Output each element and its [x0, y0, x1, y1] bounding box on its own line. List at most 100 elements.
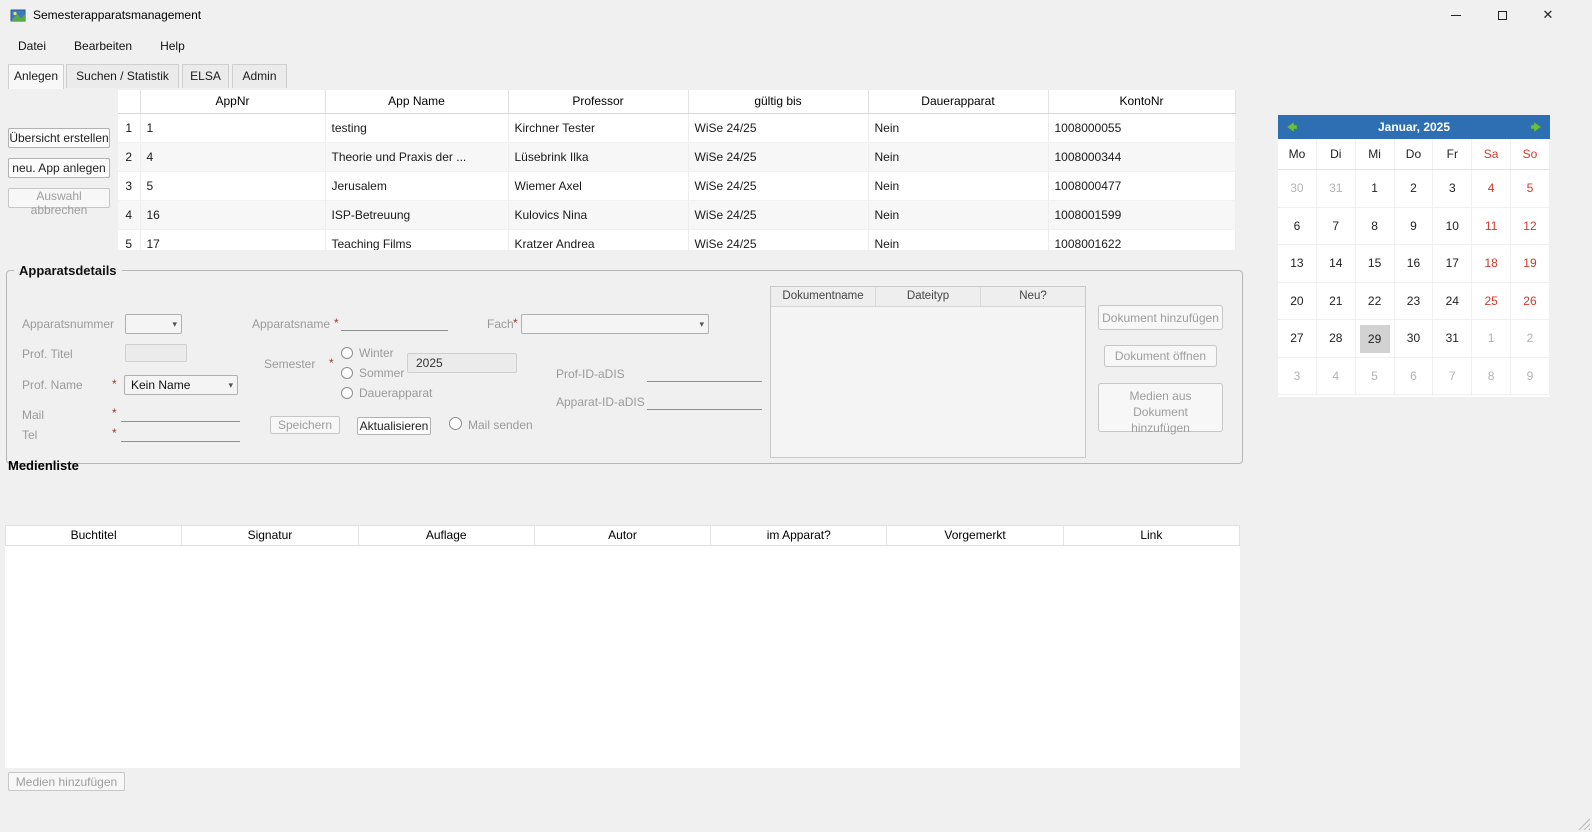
calendar-day-cell[interactable]: 23: [1395, 283, 1434, 321]
medien-hinzufuegen-button[interactable]: Medien hinzufügen: [8, 772, 125, 791]
calendar-day-cell[interactable]: 6: [1278, 208, 1317, 246]
tab-anlegen[interactable]: Anlegen: [8, 64, 64, 89]
medien-column-header[interactable]: Autor: [535, 526, 711, 545]
calendar-day-cell[interactable]: 20: [1278, 283, 1317, 321]
mail-senden-checkbox[interactable]: [449, 417, 462, 430]
medien-column-header[interactable]: Signatur: [182, 526, 358, 545]
app-column-header[interactable]: Professor: [508, 90, 688, 113]
app-column-header[interactable]: Dauerapparat: [868, 90, 1048, 113]
medien-column-header[interactable]: im Apparat?: [711, 526, 887, 545]
semester-jahr-input[interactable]: [407, 353, 517, 373]
maximize-button[interactable]: [1479, 0, 1525, 30]
calendar-day-cell[interactable]: 2: [1511, 320, 1550, 358]
menu-bearbeiten[interactable]: Bearbeiten: [60, 32, 146, 60]
calendar-day-cell[interactable]: 10: [1433, 208, 1472, 246]
medien-column-header[interactable]: Buchtitel: [6, 526, 182, 545]
calendar-day-cell[interactable]: 9: [1395, 208, 1434, 246]
calendar-day-cell[interactable]: 30: [1278, 170, 1317, 208]
calendar-day-cell[interactable]: 5: [1511, 170, 1550, 208]
calendar-day-cell[interactable]: 27: [1278, 320, 1317, 358]
app-column-header[interactable]: AppNr: [140, 90, 325, 113]
calendar-day-cell[interactable]: 12: [1511, 208, 1550, 246]
doc-column-header[interactable]: Dokumentname: [771, 287, 876, 306]
app-table-row[interactable]: 11testingKirchner TesterWiSe 24/25Nein10…: [118, 113, 1235, 142]
calendar-day-cell[interactable]: 13: [1278, 245, 1317, 283]
calendar-day-cell[interactable]: 1: [1472, 320, 1511, 358]
apparatsname-input[interactable]: [341, 315, 448, 331]
calendar-day-cell[interactable]: 24: [1433, 283, 1472, 321]
calendar-day-cell[interactable]: 8: [1472, 358, 1511, 396]
calendar-day-cell[interactable]: 15: [1356, 245, 1395, 283]
calendar-day-cell[interactable]: 4: [1317, 358, 1356, 396]
sommer-radio[interactable]: [341, 367, 353, 379]
app-table-row[interactable]: 416ISP-BetreuungKulovics NinaWiSe 24/25N…: [118, 200, 1235, 229]
calendar-day-cell[interactable]: 3: [1433, 170, 1472, 208]
calendar-day-cell[interactable]: 14: [1317, 245, 1356, 283]
app-column-header[interactable]: KontoNr: [1048, 90, 1235, 113]
calendar-day-cell[interactable]: 5: [1356, 358, 1395, 396]
title-bar[interactable]: Semesterapparatsmanagement ✕: [0, 0, 1592, 30]
app-table-row[interactable]: 517Teaching FilmsKratzer AndreaWiSe 24/2…: [118, 229, 1235, 250]
calendar-day-cell[interactable]: 8: [1356, 208, 1395, 246]
calendar-day-cell[interactable]: 18: [1472, 245, 1511, 283]
app-table-row[interactable]: 35JerusalemWiemer AxelWiSe 24/25Nein1008…: [118, 171, 1235, 200]
speichern-button[interactable]: Speichern: [270, 416, 340, 434]
calendar-day-cell[interactable]: 1: [1356, 170, 1395, 208]
calendar-day-cell[interactable]: 9: [1511, 358, 1550, 396]
minimize-button[interactable]: [1433, 0, 1479, 30]
calendar-day-cell[interactable]: 21: [1317, 283, 1356, 321]
dokument-hinzufuegen-button[interactable]: Dokument hinzufügen: [1098, 305, 1223, 330]
calendar-day-cell[interactable]: 3: [1278, 358, 1317, 396]
calendar-day-cell[interactable]: 25: [1472, 283, 1511, 321]
tab-elsa[interactable]: ELSA: [182, 64, 229, 88]
doc-column-header[interactable]: Dateityp: [876, 287, 981, 306]
close-button[interactable]: ✕: [1525, 0, 1571, 30]
dauerapparat-radio[interactable]: [341, 387, 353, 399]
calendar-day-cell[interactable]: 2: [1395, 170, 1434, 208]
app-table-row[interactable]: 24Theorie und Praxis der ...Lüsebrink Il…: [118, 142, 1235, 171]
calendar-day-cell[interactable]: 17: [1433, 245, 1472, 283]
winter-radio[interactable]: [341, 347, 353, 359]
calendar-day-cell[interactable]: 19: [1511, 245, 1550, 283]
prof-name-select[interactable]: Kein Name ▾: [124, 375, 238, 395]
tel-input[interactable]: [121, 426, 240, 442]
uebersicht-erstellen-button[interactable]: Übersicht erstellen: [8, 128, 110, 148]
calendar-day-cell[interactable]: 31: [1317, 170, 1356, 208]
medien-aus-dokument-button[interactable]: Medien aus Dokument hinzufügen: [1098, 383, 1223, 432]
prof-titel-input[interactable]: [125, 344, 187, 362]
doc-column-header[interactable]: Neu?: [981, 287, 1085, 306]
tab-admin[interactable]: Admin: [232, 64, 287, 88]
calendar-day-cell[interactable]: 16: [1395, 245, 1434, 283]
calendar-day-cell[interactable]: 4: [1472, 170, 1511, 208]
fach-select[interactable]: ▾: [521, 314, 709, 334]
app-column-header[interactable]: App Name: [325, 90, 508, 113]
calendar-day-cell[interactable]: 29: [1356, 320, 1395, 358]
calendar-day-cell[interactable]: 28: [1317, 320, 1356, 358]
dokument-oeffnen-button[interactable]: Dokument öffnen: [1104, 345, 1217, 367]
calendar-day-cell[interactable]: 26: [1511, 283, 1550, 321]
medien-column-header[interactable]: Link: [1064, 526, 1239, 545]
menu-help[interactable]: Help: [146, 32, 199, 60]
tab-suchen-statistik[interactable]: Suchen / Statistik: [66, 64, 179, 88]
calendar-prev-month-button[interactable]: [1283, 119, 1299, 135]
calendar-day-cell[interactable]: 6: [1395, 358, 1434, 396]
calendar-day-cell[interactable]: 7: [1433, 358, 1472, 396]
calendar-day-cell[interactable]: 30: [1395, 320, 1434, 358]
calendar-day-cell[interactable]: 11: [1472, 208, 1511, 246]
medien-column-header[interactable]: Vorgemerkt: [887, 526, 1063, 545]
calendar-day-cell[interactable]: 31: [1433, 320, 1472, 358]
app-column-header[interactable]: gültig bis: [688, 90, 868, 113]
aktualisieren-button[interactable]: Aktualisieren: [357, 417, 431, 435]
prof-id-adis-input[interactable]: [647, 366, 762, 382]
calendar-day-cell[interactable]: 7: [1317, 208, 1356, 246]
menu-datei[interactable]: Datei: [4, 32, 60, 60]
mail-input[interactable]: [121, 406, 240, 422]
apparatsnummer-select[interactable]: ▾: [125, 314, 182, 334]
calendar-day-cell[interactable]: 22: [1356, 283, 1395, 321]
calendar-next-month-button[interactable]: [1529, 119, 1545, 135]
auswahl-abbrechen-button[interactable]: Auswahl abbrechen: [8, 188, 110, 208]
medien-column-header[interactable]: Auflage: [359, 526, 535, 545]
neue-app-anlegen-button[interactable]: neu. App anlegen: [8, 158, 110, 178]
resize-grip[interactable]: [1578, 818, 1590, 830]
apparat-id-adis-input[interactable]: [647, 394, 762, 410]
